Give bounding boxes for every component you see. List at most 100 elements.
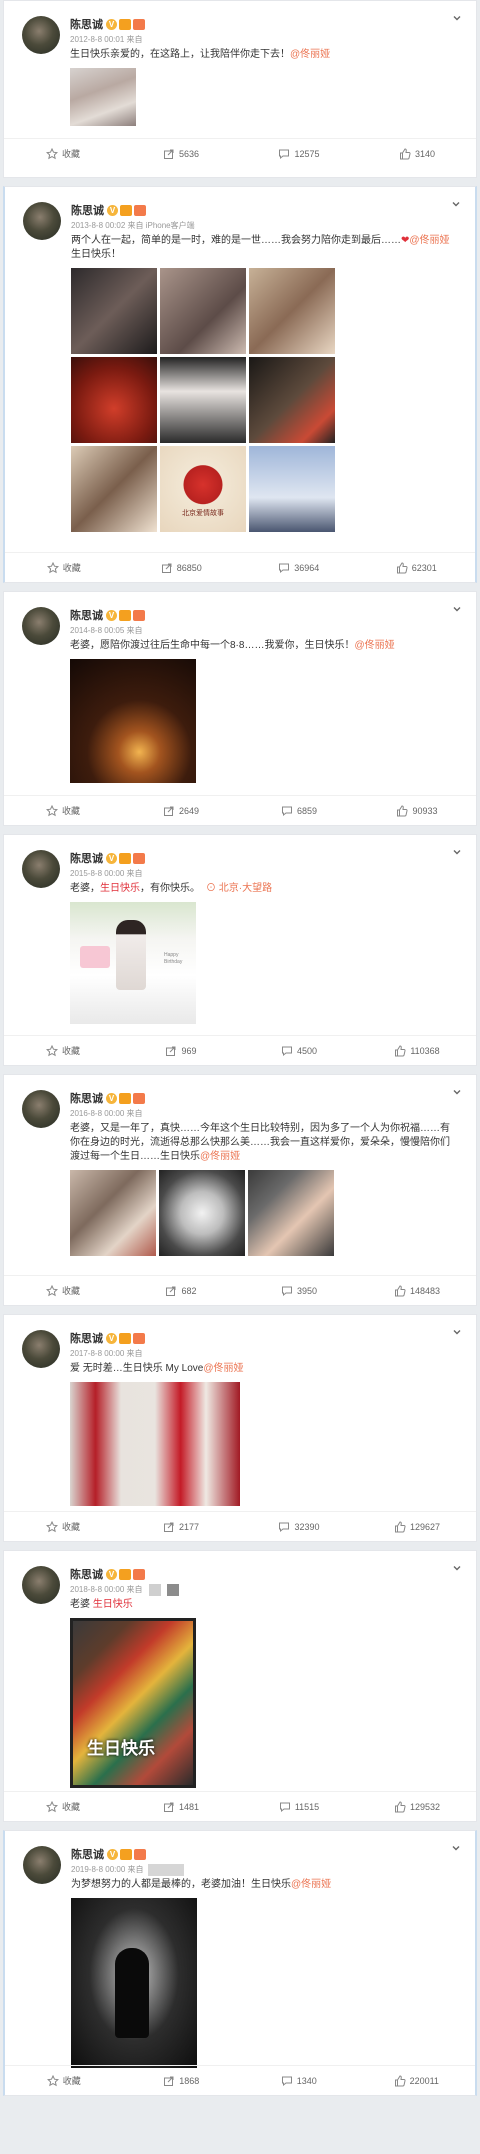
verified-badge-icon: V xyxy=(106,18,117,30)
favorite-button[interactable]: 收藏 xyxy=(4,1792,122,1821)
like-button[interactable]: 90933 xyxy=(358,796,476,825)
comment-button[interactable]: 36964 xyxy=(240,553,358,582)
post-time[interactable]: 2019-8-8 00:00 来自 xyxy=(71,1864,459,1876)
comment-button[interactable]: 1340 xyxy=(240,2066,358,2095)
chevron-down-icon[interactable] xyxy=(452,1087,462,1097)
action-bar: 收藏 1868 1340 220011 xyxy=(5,2065,475,2095)
post-photo[interactable]: 生日快乐 xyxy=(70,1618,196,1788)
mention-link[interactable]: @佟丽娅 xyxy=(290,49,330,60)
like-button[interactable]: 148483 xyxy=(358,1276,476,1305)
post-time[interactable]: 2012-8-8 00:01 来自 xyxy=(70,34,460,45)
comment-button[interactable]: 6859 xyxy=(240,796,358,825)
post-photo[interactable] xyxy=(160,357,246,443)
repost-button[interactable]: 5636 xyxy=(122,139,240,168)
share-icon xyxy=(165,1045,177,1057)
post-photo[interactable] xyxy=(159,1170,245,1256)
favorite-button[interactable]: 收藏 xyxy=(5,553,123,582)
user-name[interactable]: 陈思诚 xyxy=(71,202,104,218)
user-name[interactable]: 陈思诚 xyxy=(70,1566,103,1582)
post-photo[interactable]: Happy Birthday xyxy=(70,902,196,1024)
post-photo[interactable] xyxy=(71,357,157,443)
favorite-button[interactable]: 收藏 xyxy=(4,139,122,168)
post-photo[interactable] xyxy=(70,659,196,783)
comment-button[interactable]: 3950 xyxy=(240,1276,358,1305)
topic-link[interactable]: 生日快乐 xyxy=(100,883,140,894)
user-name[interactable]: 陈思诚 xyxy=(70,16,103,32)
chevron-down-icon[interactable] xyxy=(452,604,462,614)
post-photo[interactable] xyxy=(70,68,136,126)
post-time[interactable]: 2018-8-8 00:00 来自 xyxy=(70,1584,460,1596)
favorite-button[interactable]: 收藏 xyxy=(4,1036,122,1065)
post-photo[interactable] xyxy=(249,268,335,354)
avatar[interactable] xyxy=(22,850,60,888)
post-photo[interactable] xyxy=(71,1898,197,2068)
like-button[interactable]: 129627 xyxy=(358,1512,476,1541)
post-time[interactable]: 2014-8-8 00:05 来自 xyxy=(70,625,460,636)
share-icon xyxy=(163,805,175,817)
avatar[interactable] xyxy=(23,1846,61,1884)
favorite-button[interactable]: 收藏 xyxy=(5,2066,123,2095)
post-time[interactable]: 2017-8-8 00:00 来自 xyxy=(70,1348,460,1359)
repost-button[interactable]: 2177 xyxy=(122,1512,240,1541)
chevron-down-icon[interactable] xyxy=(451,1843,461,1853)
comment-button[interactable]: 4500 xyxy=(240,1036,358,1065)
avatar[interactable] xyxy=(22,1330,60,1368)
like-button[interactable]: 129532 xyxy=(358,1792,476,1821)
user-name[interactable]: 陈思诚 xyxy=(70,607,103,623)
repost-button[interactable]: 682 xyxy=(122,1276,240,1305)
post-time[interactable]: 2016-8-8 00:00 来自 xyxy=(70,1108,460,1119)
avatar[interactable] xyxy=(22,16,60,54)
chevron-down-icon[interactable] xyxy=(451,199,461,209)
repost-button[interactable]: 2649 xyxy=(122,796,240,825)
favorite-button[interactable]: 收藏 xyxy=(4,796,122,825)
like-button[interactable]: 3140 xyxy=(358,139,476,168)
chevron-down-icon[interactable] xyxy=(452,847,462,857)
post-photo[interactable] xyxy=(249,446,335,532)
user-name[interactable]: 陈思诚 xyxy=(70,1090,103,1106)
chevron-down-icon[interactable] xyxy=(452,1327,462,1337)
avatar[interactable] xyxy=(23,202,61,240)
like-button[interactable]: 110368 xyxy=(358,1036,476,1065)
user-name[interactable]: 陈思诚 xyxy=(71,1846,104,1862)
post-photo[interactable] xyxy=(71,268,157,354)
avatar[interactable] xyxy=(22,607,60,645)
chevron-down-icon[interactable] xyxy=(452,1563,462,1573)
mention-link[interactable]: @佟丽娅 xyxy=(291,1879,331,1890)
favorite-button[interactable]: 收藏 xyxy=(4,1512,122,1541)
post-photo[interactable] xyxy=(248,1170,334,1256)
cake-icon xyxy=(80,946,110,968)
comment-button[interactable]: 11515 xyxy=(240,1792,358,1821)
mention-link[interactable]: @佟丽娅 xyxy=(354,640,394,651)
favorite-button[interactable]: 收藏 xyxy=(4,1276,122,1305)
post-photo[interactable] xyxy=(70,1170,156,1256)
avatar[interactable] xyxy=(22,1566,60,1604)
post-photo[interactable]: 北京爱情故事 xyxy=(160,446,246,532)
avatar[interactable] xyxy=(22,1090,60,1128)
post-time[interactable]: 2015-8-8 00:00 来自 xyxy=(70,868,460,879)
action-bar: 收藏 86850 36964 62301 xyxy=(5,552,475,582)
like-button[interactable]: 220011 xyxy=(358,2066,476,2095)
repost-button[interactable]: 86850 xyxy=(123,553,241,582)
post-photo[interactable] xyxy=(249,357,335,443)
post-photo[interactable] xyxy=(160,268,246,354)
chevron-down-icon[interactable] xyxy=(452,13,462,23)
comment-button[interactable]: 12575 xyxy=(240,139,358,168)
repost-button[interactable]: 969 xyxy=(122,1036,240,1065)
user-name[interactable]: 陈思诚 xyxy=(70,850,103,866)
topic-link[interactable]: 生日快乐 xyxy=(93,1599,133,1610)
like-button[interactable]: 62301 xyxy=(358,553,476,582)
user-name[interactable]: 陈思诚 xyxy=(70,1330,103,1346)
post-time[interactable]: 2013-8-8 00:02 来自 iPhone客户端 xyxy=(71,220,459,231)
comment-button[interactable]: 32390 xyxy=(240,1512,358,1541)
post-photo[interactable] xyxy=(70,1382,240,1506)
mention-link[interactable]: @佟丽娅 xyxy=(203,1363,243,1374)
repost-button[interactable]: 1481 xyxy=(122,1792,240,1821)
thumbs-up-icon xyxy=(394,1285,406,1297)
mention-link[interactable]: @佟丽娅 xyxy=(409,235,449,246)
repost-button[interactable]: 1868 xyxy=(123,2066,241,2095)
mention-link[interactable]: @佟丽娅 xyxy=(200,1151,240,1162)
post-photo[interactable] xyxy=(71,446,157,532)
location-link[interactable]: ⊙ 北京·大望路 xyxy=(206,883,272,894)
star-icon xyxy=(47,2075,59,2087)
comment-icon xyxy=(278,1521,290,1533)
